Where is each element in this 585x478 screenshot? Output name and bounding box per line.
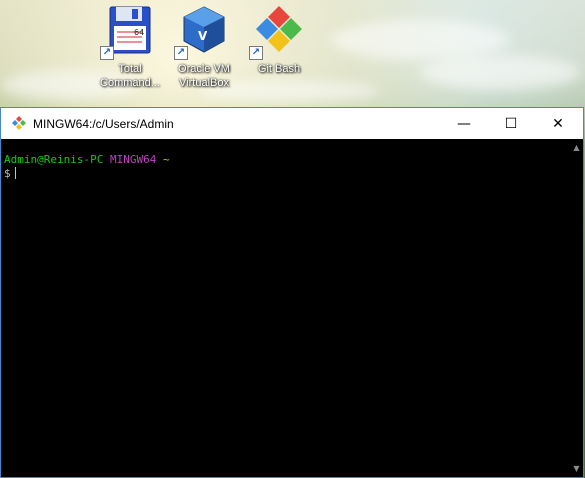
desktop-icon-total-commander[interactable]: 64 ↗ Total Command... [92,4,168,90]
shortcut-arrow-icon: ↗ [249,46,263,60]
current-path: ~ [162,153,170,166]
minimize-button[interactable]: — [441,108,487,139]
svg-text:V: V [198,29,208,43]
shortcut-arrow-icon: ↗ [100,46,114,60]
scroll-down-arrow-icon[interactable]: ▼ [572,464,581,473]
floppy-disk-icon: 64 ↗ [100,4,156,60]
desktop-icon-label: Oracle VM VirtualBox [178,63,230,89]
wallpaper-cloud [330,20,510,60]
prompt-symbol: $ [4,167,11,180]
desktop-icon-label: Total Command... [100,63,160,89]
user-host: Admin@Reinis-PC [4,153,104,166]
git-diamond-icon: ↗ [249,4,305,60]
shortcut-arrow-icon: ↗ [174,46,188,60]
virtualbox-cube-icon: V ↗ [174,4,230,60]
vertical-scrollbar[interactable]: ▲ ▼ [570,139,583,477]
prompt-header-line: Admin@Reinis-PC MINGW64 ~ [4,153,583,167]
input-line: $ [4,167,583,181]
text-cursor [14,167,16,179]
env-name: MINGW64 [109,153,157,166]
scroll-up-arrow-icon[interactable]: ▲ [572,143,581,152]
window-title: MINGW64:/c/Users/Admin [33,116,174,131]
git-app-icon [12,115,26,130]
wallpaper-cloud [420,55,580,90]
svg-text:64: 64 [134,28,144,37]
desktop-icon-virtualbox[interactable]: V ↗ Oracle VM VirtualBox [166,4,242,90]
close-button[interactable]: ✕ [535,108,581,139]
maximize-button[interactable]: ☐ [488,108,534,139]
desktop-icon-label: Git Bash [257,63,301,75]
terminal-area[interactable]: Admin@Reinis-PC MINGW64 ~ $ [1,139,583,477]
title-bar[interactable]: MINGW64:/c/Users/Admin — ☐ ✕ [1,108,583,139]
desktop-icon-git-bash[interactable]: ↗ Git Bash [241,4,317,76]
git-bash-window: MINGW64:/c/Users/Admin — ☐ ✕ Admin@Reini… [0,107,584,478]
